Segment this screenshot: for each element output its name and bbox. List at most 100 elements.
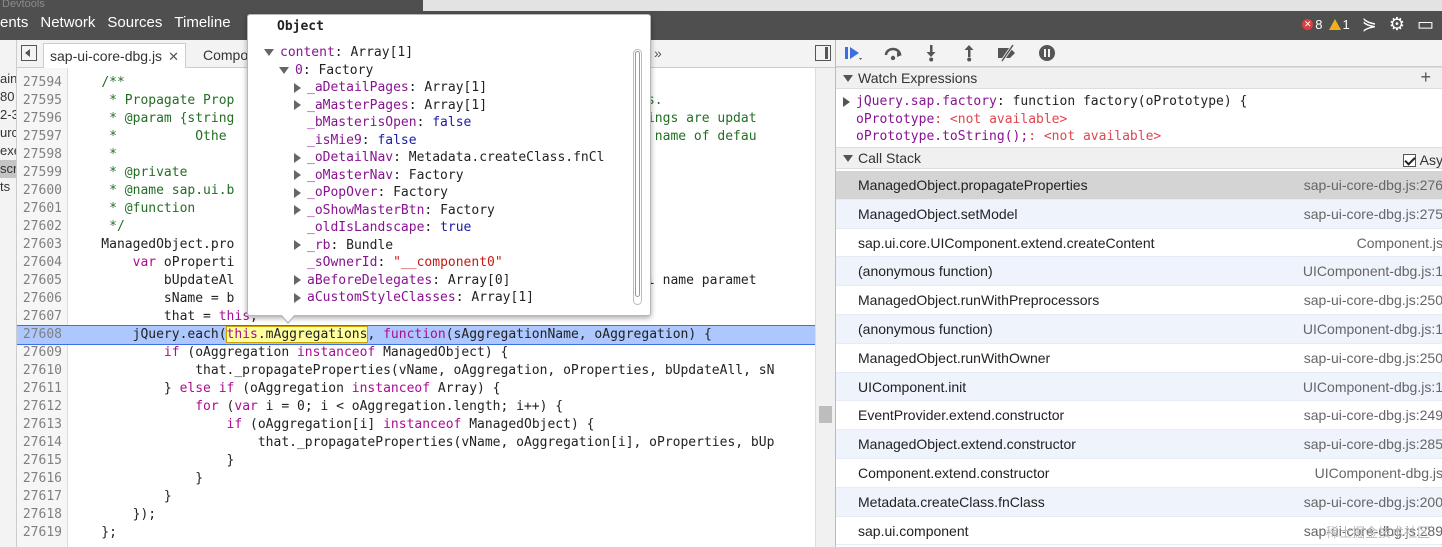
line-number[interactable]: 27603 — [17, 236, 65, 254]
async-toggle[interactable]: Asy — [1402, 150, 1442, 171]
call-frame-location[interactable]: sap-ui-core-dbg.js:249 — [1304, 401, 1442, 429]
dock-icon[interactable]: ▭ — [1417, 14, 1434, 34]
chevron-right-icon[interactable] — [294, 82, 301, 93]
tab-timeline[interactable]: Timeline — [174, 14, 230, 34]
sidebar-item[interactable]: ain) — [0, 70, 16, 88]
editor-scrollbar[interactable] — [815, 68, 835, 547]
tree-node[interactable]: content: Array[1] — [264, 44, 413, 62]
warning-icon[interactable] — [1328, 18, 1341, 30]
chevron-right-icon[interactable] — [294, 170, 301, 180]
code-line[interactable]: 27611 } else if (oAggregation instanceof… — [17, 380, 815, 398]
call-frame[interactable]: (anonymous function) UIComponent-dbg.js:1 — [836, 257, 1442, 287]
sidebar-item[interactable]: ts — [0, 178, 16, 196]
step-into-icon[interactable] — [920, 43, 942, 63]
code-line[interactable]: 27610 that._propagateProperties(vName, o… — [17, 362, 815, 380]
call-frame[interactable]: (anonymous function) UIComponent-dbg.js:1 — [836, 315, 1442, 344]
tab-network[interactable]: Network — [40, 14, 95, 34]
call-frame[interactable]: ManagedObject.runWithOwner sap-ui-core-db… — [836, 344, 1442, 373]
call-frame-location[interactable]: UIComponent-dbg.js:1 — [1303, 257, 1442, 285]
call-frame-location[interactable]: UIComponent-dbg.js:1 — [1303, 373, 1442, 401]
line-number[interactable]: 27599 — [17, 164, 65, 182]
call-frame[interactable]: UIComponent.init UIComponent-dbg.js:1 — [836, 372, 1442, 402]
line-number[interactable]: 27609 — [17, 344, 65, 362]
code-line[interactable]: 27619 }; — [17, 524, 815, 542]
tree-node[interactable]: _oShowMasterBtn: Factory — [294, 202, 495, 220]
sidebar-item-selected[interactable]: scr — [0, 160, 16, 178]
chevron-right-icon[interactable] — [294, 292, 301, 303]
chevron-right-icon[interactable] — [294, 152, 301, 163]
tab-sources[interactable]: Sources — [107, 14, 162, 34]
line-number[interactable]: 27595 — [17, 92, 65, 110]
chevron-down-icon[interactable] — [279, 66, 289, 74]
chevron-right-icon[interactable] — [294, 240, 301, 250]
call-frame[interactable]: Component.extend.constructor UIComponent-… — [836, 459, 1442, 488]
code-line[interactable]: 27616 } — [17, 470, 815, 488]
line-number[interactable]: 27600 — [17, 182, 65, 200]
tree-node[interactable]: aCustomStyleClasses: Array[1] — [294, 289, 534, 306]
call-frame-location[interactable]: Component.js — [1357, 229, 1442, 257]
editor-tab[interactable]: Compo — [197, 43, 254, 68]
watch-item[interactable]: jQuery.sap.factory: function factory(oPr… — [843, 93, 1247, 110]
scrollbar-thumb[interactable] — [635, 51, 640, 297]
async-checkbox[interactable] — [1402, 154, 1416, 167]
call-frame-location[interactable]: sap-ui-core-dbg.js:285 — [1304, 430, 1442, 458]
call-frame-location[interactable]: sap-ui-core-dbg.js:276 — [1304, 171, 1442, 199]
sidebar-item[interactable]: 80 — [0, 88, 16, 106]
tree-node[interactable]: _bMasterisOpen: false — [294, 114, 471, 132]
watch-item[interactable]: oPrototype: <not available> — [856, 111, 1067, 128]
code-line[interactable]: 27613 if (oAggregation[i] instanceof Man… — [17, 416, 815, 434]
code-line[interactable]: 27609 if (oAggregation instanceof Manage… — [17, 344, 815, 362]
tree-node[interactable]: _oDetailNav: Metadata.createClass.fnCl — [294, 149, 604, 167]
tree-node[interactable]: _oMasterNav: Factory — [294, 167, 464, 185]
line-number[interactable]: 27618 — [17, 506, 65, 524]
call-frame-location[interactable]: sap-ui-core-dbg.js:250 — [1304, 344, 1442, 372]
line-number[interactable]: 27611 — [17, 380, 65, 398]
code-line[interactable]: 27617 } — [17, 488, 815, 506]
code-line-current[interactable]: 27608 jQuery.each(this.mAggregations, fu… — [17, 325, 815, 345]
code-line[interactable]: 27614 that._propagateProperties(vName, o… — [17, 434, 815, 452]
tree-node[interactable]: aBeforeDelegates: Array[0] — [294, 272, 511, 290]
tree-node[interactable]: _sOwnerId: "__component0" — [294, 254, 503, 272]
more-tabs-icon[interactable]: » — [654, 45, 662, 61]
line-number[interactable]: 27608 — [17, 326, 65, 344]
toggle-navigator-icon[interactable] — [21, 45, 37, 61]
line-number[interactable]: 27619 — [17, 524, 65, 542]
line-number[interactable]: 27607 — [17, 308, 65, 326]
console-drawer-icon[interactable]: ⋟ — [1362, 14, 1377, 34]
pause-on-exceptions-icon[interactable] — [1036, 43, 1058, 63]
line-number[interactable]: 27602 — [17, 218, 65, 236]
error-count[interactable]: 8 — [1315, 17, 1322, 32]
call-frame[interactable]: Metadata.createClass.fnClass sap-ui-core-… — [836, 487, 1442, 517]
tree-node[interactable]: _aMasterPages: Array[1] — [294, 97, 487, 115]
step-out-icon[interactable] — [958, 43, 980, 63]
gear-icon[interactable]: ⚙ — [1389, 14, 1405, 34]
line-number[interactable]: 27604 — [17, 254, 65, 272]
call-frame[interactable]: sap.ui.core.UIComponent.extend.createCon… — [836, 229, 1442, 258]
watch-item[interactable]: oPrototype.toString();: <not available> — [856, 128, 1161, 145]
tree-node[interactable]: _oPopOver: Factory — [294, 184, 448, 202]
warning-count[interactable]: 1 — [1343, 17, 1350, 32]
chevron-right-icon[interactable] — [294, 275, 301, 285]
tree-node[interactable]: _isMie9: false — [294, 132, 417, 150]
code-line[interactable]: 27615 } — [17, 452, 815, 470]
line-number[interactable]: 27612 — [17, 398, 65, 416]
line-number[interactable]: 27613 — [17, 416, 65, 434]
line-number[interactable]: 27596 — [17, 110, 65, 128]
chevron-down-icon[interactable] — [264, 49, 274, 56]
add-watch-icon[interactable]: + — [1420, 67, 1431, 88]
deactivate-breakpoints-icon[interactable] — [996, 43, 1018, 63]
resume-icon[interactable] — [842, 43, 864, 63]
sidebar-item[interactable]: urc — [0, 124, 16, 142]
tree-node[interactable]: _rb: Bundle — [294, 237, 393, 255]
call-frame-location[interactable]: sap-ui-core-dbg.js:275 — [1304, 200, 1442, 228]
line-number[interactable]: 27598 — [17, 146, 65, 164]
call-frame-location[interactable]: UIComponent-dbg.js — [1315, 459, 1442, 487]
line-number[interactable]: 27614 — [17, 434, 65, 452]
line-number[interactable]: 27597 — [17, 128, 65, 146]
line-number[interactable]: 27617 — [17, 488, 65, 506]
call-frame[interactable]: EventProvider.extend.constructor sap-ui-c… — [836, 401, 1442, 431]
call-stack-header[interactable]: Call Stack Asy — [836, 147, 1442, 169]
line-number[interactable]: 27615 — [17, 452, 65, 470]
call-frame-location[interactable]: sap-ui-core-dbg.js:200 — [1304, 488, 1442, 516]
call-frame-location[interactable]: UIComponent-dbg.js:1 — [1303, 315, 1442, 343]
